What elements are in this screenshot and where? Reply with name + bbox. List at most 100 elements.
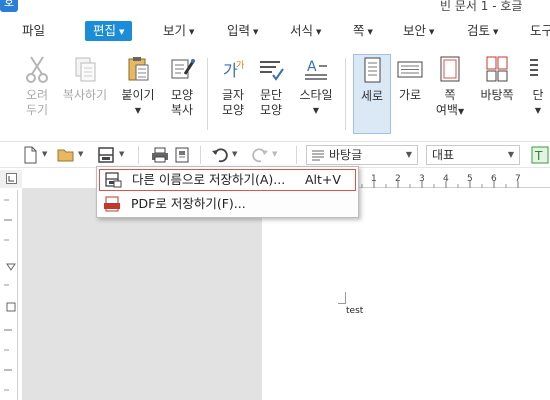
chevron-down-icon[interactable]: ▼ — [78, 150, 83, 158]
print-preview-icon[interactable] — [172, 145, 192, 165]
print-icon[interactable] — [150, 145, 170, 165]
chevron-down-icon: ▼ — [457, 107, 465, 116]
save-icon[interactable] — [96, 145, 116, 165]
paste-button[interactable]: 붙이기 ▼ — [116, 54, 160, 134]
hancom-logo-icon[interactable]: 호 — [0, 0, 18, 12]
save-as-pdf-label: PDF로 저장하기(F)... — [131, 196, 246, 211]
style-button[interactable]: A 스타일 ▼ — [294, 54, 338, 134]
menu-insert[interactable]: 입력 ▼ — [227, 21, 258, 41]
vertical-ruler-ticks — [4, 199, 16, 391]
background-page-button[interactable]: 바탕쪽 — [474, 54, 520, 134]
chevron-down-icon: ▼ — [429, 27, 435, 36]
font-type-icon[interactable]: T — [530, 145, 550, 165]
toolbar-divider — [200, 146, 201, 164]
margin-label-1: 쪽 — [444, 88, 456, 102]
ruler-tick-label: 7 — [515, 174, 521, 184]
redo-icon[interactable] — [250, 145, 270, 165]
document-text[interactable]: test — [346, 306, 363, 316]
svg-text:A: A — [307, 59, 317, 75]
columns-button[interactable]: 단 ▼ — [526, 54, 550, 134]
save-as-icon — [105, 172, 122, 188]
ruler-tick-label: 5 — [467, 174, 473, 184]
chevron-down-icon: ▼ — [312, 106, 320, 115]
char-shape-icon: 가 가 — [223, 60, 244, 80]
margin-corner-mark — [338, 292, 346, 304]
format-brush-icon — [171, 59, 196, 79]
cut-button[interactable]: 오려 두기 — [18, 54, 56, 134]
undo-icon[interactable] — [210, 145, 230, 165]
copy-label: 복사하기 — [62, 88, 108, 102]
ruler-mode-icon — [6, 173, 17, 184]
menu-page-label: 쪽 — [353, 23, 365, 38]
vertical-ruler[interactable] — [4, 190, 18, 400]
menu-view[interactable]: 보기 ▼ — [163, 21, 194, 41]
char-shape-label-1: 글자 — [221, 88, 245, 102]
chevron-down-icon[interactable]: ▼ — [272, 150, 277, 158]
menu-review-label: 검토 — [467, 23, 491, 38]
chevron-down-icon[interactable]: ▼ — [42, 150, 47, 158]
margin-label-2: 여백▼ — [430, 103, 470, 119]
toolbar-divider — [296, 146, 297, 164]
char-shape-button[interactable]: 가 가 글자 모양 — [214, 54, 252, 134]
landscape-page-icon — [397, 61, 423, 78]
save-as-menu-item[interactable]: 다른 이름으로 저장하기(A)... Alt+V — [99, 169, 356, 191]
font-select[interactable]: 대표 ▼ — [426, 145, 520, 165]
ribbon: 오려 두기 복사하기 붙이기 ▼ 모양 복사 가 가 글자 모양 문단 모양 A… — [0, 46, 550, 142]
title-bar: 호 빈 문서 1 - 호글 — [0, 0, 550, 14]
page-margin-button[interactable]: 쪽 여백▼ — [430, 54, 470, 134]
chevron-down-icon: ▼ — [134, 106, 142, 115]
portrait-button[interactable]: 세로 — [353, 54, 391, 134]
landscape-button[interactable]: 가로 — [393, 54, 427, 134]
open-folder-icon[interactable] — [56, 145, 76, 165]
menu-tools[interactable]: 도구 — [530, 21, 550, 41]
ruler-corner[interactable] — [0, 170, 22, 188]
ribbon-divider — [207, 58, 208, 130]
save-as-shortcut: Alt+V — [305, 172, 341, 187]
portrait-page-icon — [364, 57, 381, 83]
svg-text:T: T — [534, 149, 543, 163]
menu-security[interactable]: 보안 ▼ — [403, 21, 434, 41]
format-copy-label-1: 모양 — [170, 88, 194, 102]
chevron-down-icon: ▼ — [367, 27, 373, 36]
ruler-tick-label: 1 — [371, 174, 377, 184]
copy-button[interactable]: 복사하기 — [60, 54, 110, 134]
paste-label: 붙이기 — [121, 88, 155, 102]
page-margin-icon — [440, 56, 460, 82]
ruler-tick-label: 2 — [395, 174, 401, 184]
menu-edit[interactable]: 편집 ▼ — [85, 21, 133, 41]
menu-format[interactable]: 서식 ▼ — [290, 21, 321, 41]
menu-insert-label: 입력 — [227, 23, 251, 38]
menu-page[interactable]: 쪽 ▼ — [353, 21, 373, 41]
pdf-icon — [104, 196, 120, 212]
menu-edit-label: 편집 — [93, 23, 117, 38]
chevron-down-icon: ▼ — [189, 27, 195, 36]
save-dropdown-menu: 다른 이름으로 저장하기(A)... Alt+V PDF로 저장하기(F)... — [96, 166, 359, 218]
document-page[interactable] — [262, 188, 550, 400]
para-shape-label-2: 모양 — [259, 103, 283, 117]
menu-file[interactable]: 파일 — [22, 21, 45, 41]
chevron-down-icon[interactable]: ▼ — [232, 150, 237, 158]
landscape-label: 가로 — [398, 88, 422, 102]
char-shape-label-2: 모양 — [221, 103, 245, 117]
style-select-value: 바탕글 — [329, 148, 363, 162]
style-select[interactable]: 바탕글 ▼ — [306, 145, 418, 165]
toolbar-divider — [138, 146, 139, 164]
workspace-background — [22, 188, 262, 400]
save-as-pdf-menu-item[interactable]: PDF로 저장하기(F)... — [99, 194, 356, 216]
menu-review[interactable]: 검토 ▼ — [467, 21, 498, 41]
cut-label-1: 오려 — [25, 88, 49, 102]
chevron-down-icon[interactable]: ▼ — [119, 150, 124, 158]
window-title: 빈 문서 1 - 호글 — [440, 0, 523, 13]
chevron-down-icon: ▼ — [316, 27, 322, 36]
ruler-tick-label: 4 — [443, 174, 449, 184]
new-document-icon[interactable] — [20, 145, 40, 165]
para-shape-button[interactable]: 문단 모양 — [252, 54, 290, 134]
portrait-label: 세로 — [360, 89, 384, 103]
background-page-icon — [486, 56, 508, 82]
copy-icon — [75, 57, 96, 82]
chevron-down-icon: ▼ — [507, 150, 514, 159]
menu-security-label: 보안 — [403, 23, 427, 38]
chevron-down-icon: ▼ — [119, 27, 125, 36]
ribbon-divider — [345, 58, 346, 130]
format-copy-button[interactable]: 모양 복사 — [164, 54, 200, 134]
